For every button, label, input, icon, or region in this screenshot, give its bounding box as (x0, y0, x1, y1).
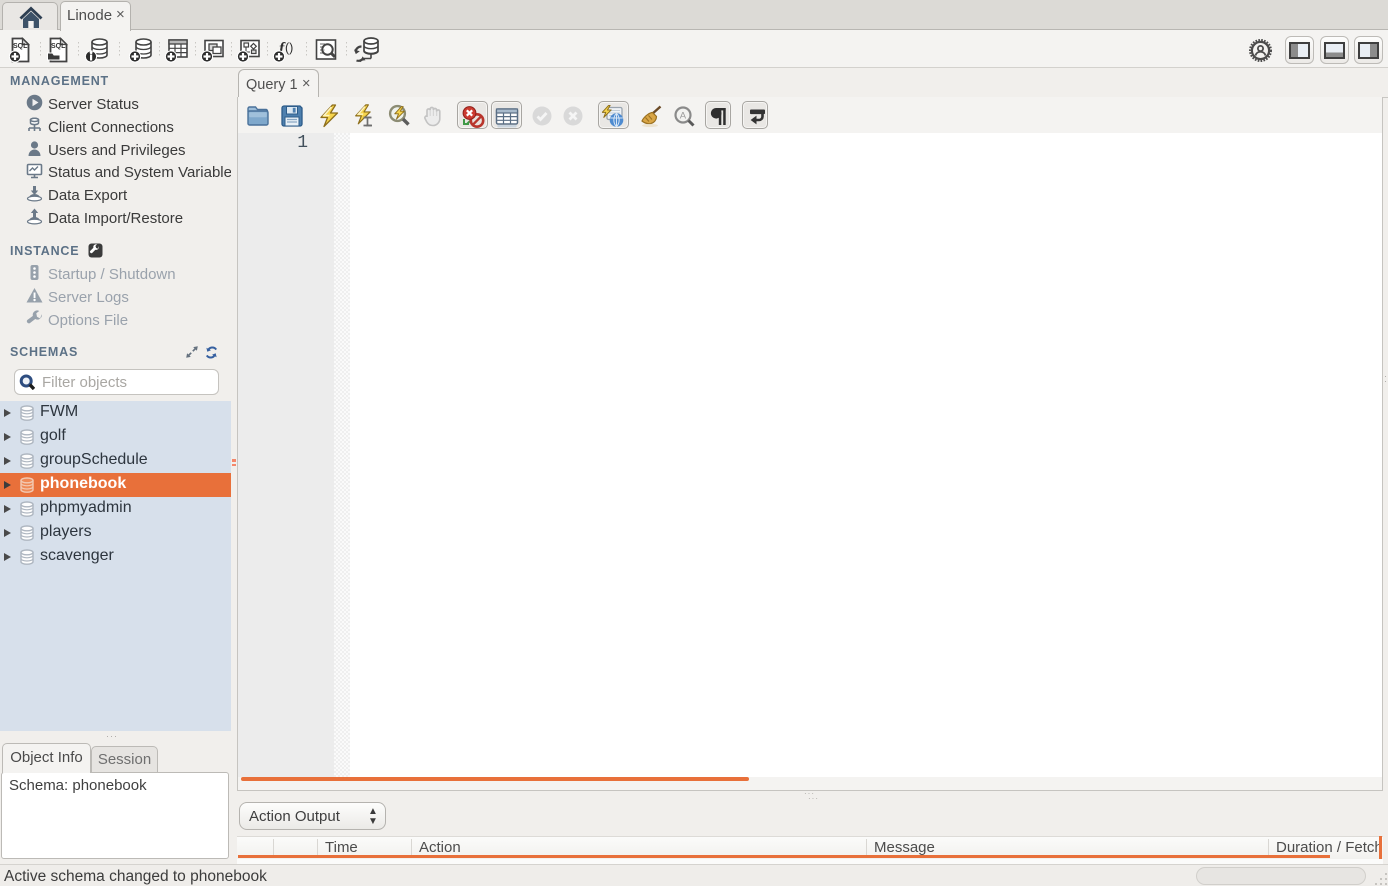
svg-text:SQL: SQL (13, 43, 28, 50)
svg-text:SQL: SQL (51, 43, 66, 50)
svg-text:A: A (680, 111, 687, 122)
svg-text:(): () (285, 41, 293, 55)
